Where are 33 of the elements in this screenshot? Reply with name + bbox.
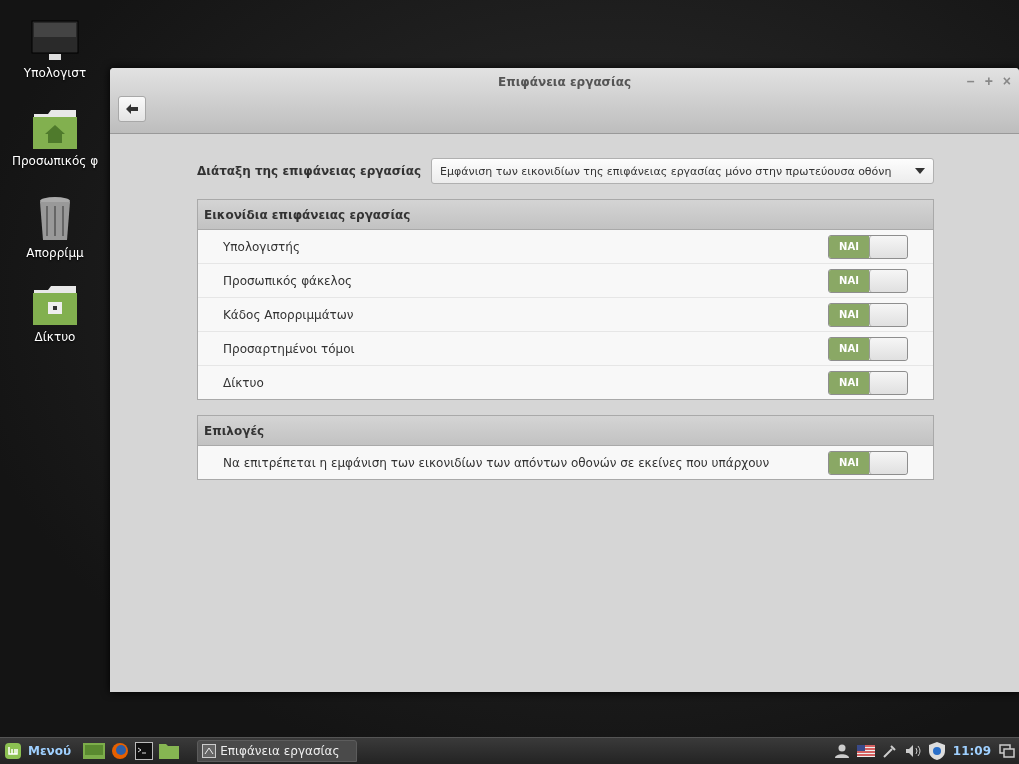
minimize-button[interactable]: – — [966, 74, 975, 88]
desktop-icon-label[interactable]: Υπολογιστ — [23, 66, 87, 80]
switch-text: NAI — [829, 337, 869, 360]
toggle-switch[interactable]: NAI — [828, 370, 908, 395]
close-button[interactable]: × — [1002, 74, 1011, 88]
menu-button[interactable]: Μενού — [4, 742, 78, 760]
switch-text: NAI — [829, 371, 869, 394]
setting-label: Κάδος Απορριμμάτων — [223, 307, 354, 322]
toggle-switch[interactable]: NAI — [828, 450, 908, 475]
section-title: Επιλογές — [204, 423, 265, 438]
toggle-switch[interactable]: NAI — [828, 234, 908, 259]
maximize-button[interactable]: + — [984, 74, 993, 88]
desktop-icon-label[interactable]: Δίκτυο — [34, 330, 76, 344]
switch-text: NAI — [829, 303, 869, 326]
switch-text: NAI — [829, 269, 869, 292]
toggle-switch[interactable]: NAI — [828, 268, 908, 293]
desktop-icon-label[interactable]: Απορρίμμ — [26, 246, 84, 260]
layout-label: Διάταξη της επιφάνειας εργασίας — [197, 164, 422, 178]
desktop-icon-label[interactable]: Προσωπικός φ — [11, 154, 99, 168]
switch-text: NAI — [829, 235, 869, 258]
clock[interactable]: 11:09 — [952, 744, 991, 758]
toggle-switch[interactable]: NAI — [828, 336, 908, 361]
setting-label: Να επιτρέπεται η εμφάνιση των εικονιδίων των απόντων οθονών σε εκείνες που υπάρχουν — [223, 455, 770, 470]
setting-label: Υπολογιστής — [223, 239, 300, 254]
setting-label: Προσαρτημένοι τόμοι — [223, 341, 355, 356]
taskbar-window-button[interactable]: Επιφάνεια εργασίας — [197, 740, 358, 762]
section-title: Εικονίδια επιφάνειας εργασίας — [204, 207, 411, 222]
setting-label: Δίκτυο — [223, 375, 264, 390]
switch-text: NAI — [829, 451, 869, 474]
window-title: Επιφάνεια εργασίας — [498, 75, 631, 89]
toggle-switch[interactable]: NAI — [828, 302, 908, 327]
layout-dropdown[interactable]: Εμφάνιση των εικονιδίων της επιφάνειας εργασίας μόνο στην πρωτεύουσα οθόνη — [431, 158, 934, 184]
setting-label: Προσωπικός φάκελος — [223, 273, 353, 288]
